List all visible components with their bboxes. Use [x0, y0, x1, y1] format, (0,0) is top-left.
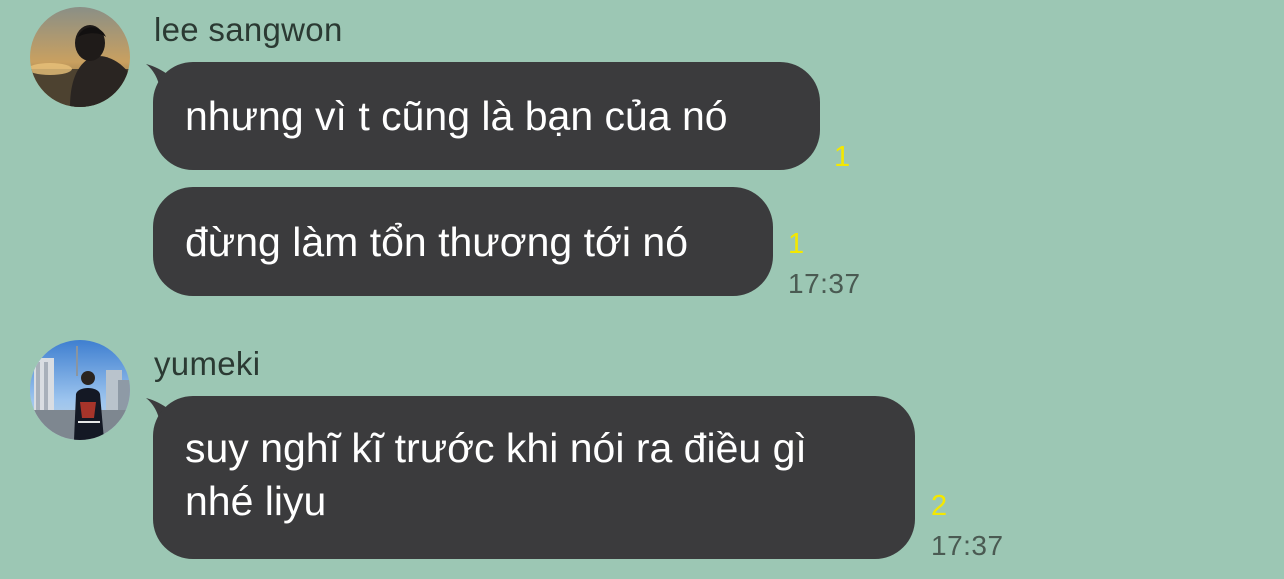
- message-time: 17:37: [931, 530, 1004, 561]
- message-bubble[interactable]: đừng làm tổn thương tới nó: [153, 187, 773, 296]
- sender-name: lee sangwon: [154, 11, 343, 48]
- sender-name: yumeki: [154, 345, 261, 382]
- message-bubble[interactable]: suy nghĩ kĩ trước khi nói ra điều gì nhé…: [153, 396, 915, 559]
- unread-count: 2: [931, 490, 948, 522]
- chat-view: lee sangwon nhưng vì t cũng là bạn của n…: [0, 0, 1284, 579]
- avatar-yumeki[interactable]: [30, 340, 130, 440]
- message-text-line: suy nghĩ kĩ trước khi nói ra điều gì: [185, 425, 807, 471]
- message-time: 17:37: [788, 268, 861, 299]
- avatar-lee-sangwon[interactable]: [30, 7, 130, 107]
- unread-count: 1: [834, 141, 851, 173]
- unread-count: 1: [788, 228, 805, 260]
- message-text: nhưng vì t cũng là bạn của nó: [185, 93, 728, 139]
- message-text-line: nhé liyu: [185, 478, 327, 524]
- profile-photo-icon: [30, 7, 130, 107]
- message-bubble[interactable]: nhưng vì t cũng là bạn của nó: [153, 62, 820, 170]
- profile-photo-icon: [30, 340, 130, 440]
- message-text: đừng làm tổn thương tới nó: [185, 219, 688, 265]
